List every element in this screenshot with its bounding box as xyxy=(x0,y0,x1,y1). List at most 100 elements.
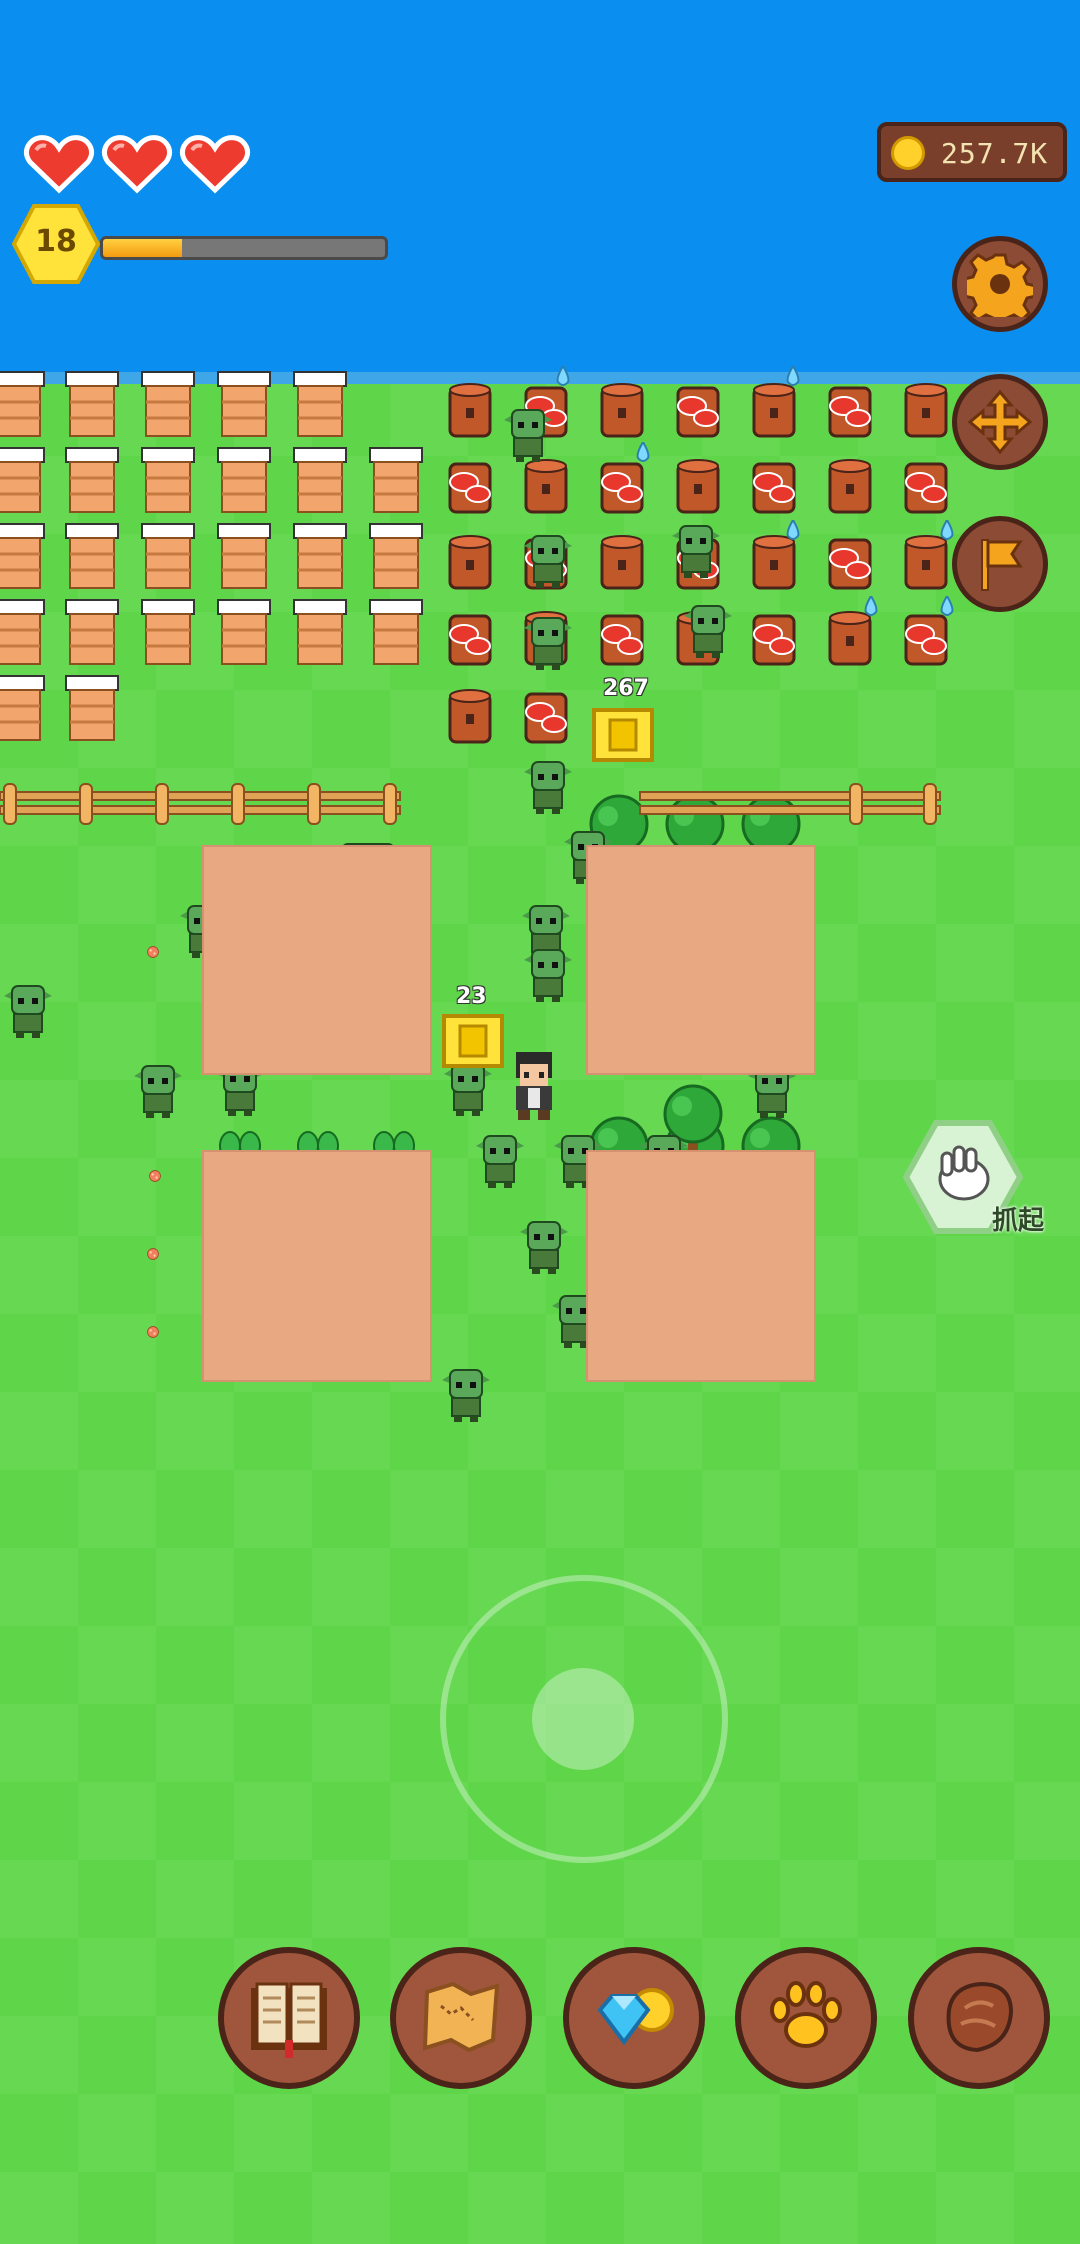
goblin-worker[interactable] xyxy=(472,1130,528,1190)
joystick-knob[interactable] xyxy=(532,1668,634,1770)
beehive[interactable] xyxy=(0,444,48,516)
heart-icon xyxy=(101,135,173,194)
tree-stump[interactable] xyxy=(824,380,876,442)
beehive[interactable] xyxy=(138,444,198,516)
tree-stump[interactable] xyxy=(672,380,724,442)
beehive[interactable] xyxy=(290,596,350,668)
tree-stump[interactable] xyxy=(748,380,800,442)
beehive[interactable] xyxy=(366,520,426,592)
water-drop-icon[interactable] xyxy=(940,596,954,616)
beehive[interactable] xyxy=(62,368,122,440)
flower[interactable] xyxy=(146,942,160,962)
flag-icon xyxy=(981,539,1023,591)
tree-stump[interactable] xyxy=(672,456,724,518)
goblin-worker[interactable] xyxy=(516,1216,572,1276)
tree-stump[interactable] xyxy=(748,608,800,670)
beehive[interactable] xyxy=(62,596,122,668)
beehive[interactable] xyxy=(366,444,426,516)
tree-stump[interactable] xyxy=(520,456,572,518)
tree-stump[interactable] xyxy=(748,532,800,594)
beehive[interactable] xyxy=(62,520,122,592)
farm-plot-berries[interactable] xyxy=(202,845,432,1075)
tree-stump[interactable] xyxy=(444,456,496,518)
goblin-worker[interactable] xyxy=(520,530,576,590)
water-drop-icon[interactable] xyxy=(636,442,650,462)
settings-button[interactable] xyxy=(952,236,1048,332)
grab-label: 抓起 xyxy=(992,1206,1045,1236)
beehive[interactable] xyxy=(138,368,198,440)
meat-button[interactable] xyxy=(908,1947,1050,2089)
water-drop-icon[interactable] xyxy=(864,596,878,616)
beehive[interactable] xyxy=(214,596,274,668)
tree-stump[interactable] xyxy=(596,456,648,518)
beehive[interactable] xyxy=(214,520,274,592)
tree-stump[interactable] xyxy=(596,532,648,594)
beehive[interactable] xyxy=(214,368,274,440)
player-character xyxy=(516,1052,552,1120)
tree-stump[interactable] xyxy=(900,380,952,442)
beehive[interactable] xyxy=(290,444,350,516)
goblin-worker[interactable] xyxy=(500,404,556,464)
water-drop-icon[interactable] xyxy=(556,366,570,386)
goblin-worker[interactable] xyxy=(520,944,576,1004)
goblin-worker[interactable] xyxy=(668,520,724,580)
beehive[interactable] xyxy=(138,596,198,668)
beehive[interactable] xyxy=(214,444,274,516)
flower[interactable] xyxy=(146,1322,160,1342)
tree-stump[interactable] xyxy=(444,532,496,594)
pets-button[interactable] xyxy=(735,1947,877,2089)
tree-stump[interactable] xyxy=(596,608,648,670)
tree-stump[interactable] xyxy=(444,380,496,442)
shop-button[interactable] xyxy=(563,1947,705,2089)
tree-stump[interactable] xyxy=(824,608,876,670)
beehive[interactable] xyxy=(62,672,122,744)
tree-stump[interactable] xyxy=(748,456,800,518)
move-button[interactable] xyxy=(952,374,1048,470)
flag-button[interactable] xyxy=(952,516,1048,612)
beehive[interactable] xyxy=(290,368,350,440)
goblin-worker[interactable] xyxy=(680,600,736,660)
coin-icon xyxy=(891,136,925,170)
paw-icon xyxy=(770,1981,842,2048)
goblin-worker[interactable] xyxy=(130,1060,186,1120)
beehive[interactable] xyxy=(290,520,350,592)
flower[interactable] xyxy=(148,1166,162,1186)
storage-crate-icon[interactable] xyxy=(440,1008,506,1070)
tree-stump[interactable] xyxy=(520,686,572,748)
fence xyxy=(0,783,941,825)
coin-counter[interactable]: 257.7K xyxy=(877,122,1067,182)
beehive[interactable] xyxy=(0,520,48,592)
farm-plot-trees-top[interactable] xyxy=(586,845,816,1075)
goblin-worker[interactable] xyxy=(520,612,576,672)
farm-plot-trees-bottom[interactable] xyxy=(586,1150,816,1382)
goblin-worker[interactable] xyxy=(438,1364,494,1424)
water-drop-icon[interactable] xyxy=(786,520,800,540)
beehive[interactable] xyxy=(138,520,198,592)
tree-stump[interactable] xyxy=(596,380,648,442)
beehive[interactable] xyxy=(0,368,48,440)
xp-bar-fill xyxy=(103,239,182,257)
tree-stump[interactable] xyxy=(900,608,952,670)
water-drop-icon[interactable] xyxy=(940,520,954,540)
move-arrows-icon xyxy=(967,389,1033,455)
book-button[interactable] xyxy=(218,1947,360,2089)
beehive[interactable] xyxy=(0,596,48,668)
tree-stump[interactable] xyxy=(900,532,952,594)
beehive[interactable] xyxy=(366,596,426,668)
water-drop-icon[interactable] xyxy=(786,366,800,386)
beehive[interactable] xyxy=(62,444,122,516)
gear-icon xyxy=(967,253,1033,317)
tree-stump[interactable] xyxy=(444,608,496,670)
farm-plot-saplings[interactable] xyxy=(202,1150,432,1382)
tree-stump[interactable] xyxy=(900,456,952,518)
tree-stump[interactable] xyxy=(824,532,876,594)
goblin-worker[interactable] xyxy=(0,980,56,1040)
flower[interactable] xyxy=(146,1244,160,1264)
map-button[interactable] xyxy=(390,1947,532,2089)
beehive[interactable] xyxy=(0,672,48,744)
storage-crate-icon[interactable] xyxy=(590,702,656,764)
meat-icon xyxy=(946,1981,1014,2053)
tree-stump[interactable] xyxy=(824,456,876,518)
tree-stump[interactable] xyxy=(444,686,496,748)
heart-icon xyxy=(179,135,251,194)
